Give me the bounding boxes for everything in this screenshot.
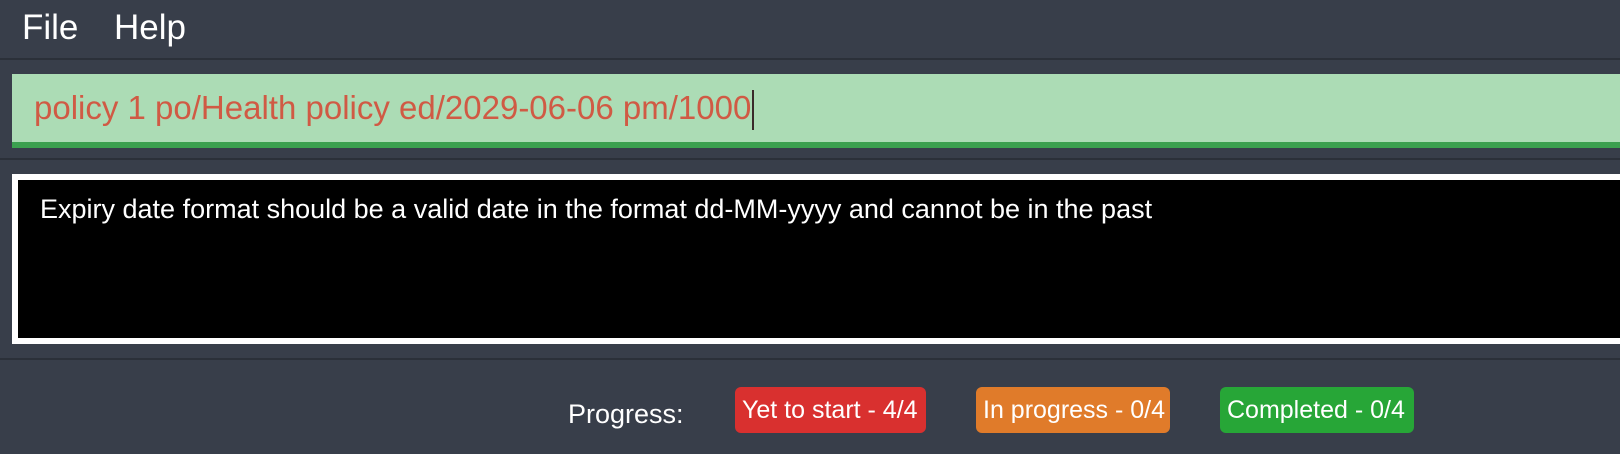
- app-window: File Help policy 1 po/Health policy ed/2…: [0, 0, 1620, 454]
- divider: [0, 158, 1620, 160]
- menu-file[interactable]: File: [22, 6, 78, 50]
- command-box[interactable]: policy 1 po/Health policy ed/2029-06-06 …: [12, 74, 1620, 148]
- status-bar: Progress: Yet to start - 4/4 In progress…: [0, 372, 1620, 454]
- in-progress-badge: In progress - 0/4: [976, 387, 1170, 433]
- menu-help[interactable]: Help: [114, 6, 186, 50]
- menu-bar: File Help: [0, 0, 1620, 60]
- yet-to-start-badge: Yet to start - 4/4: [735, 387, 926, 433]
- text-caret: [752, 90, 755, 131]
- result-display: Expiry date format should be a valid dat…: [12, 174, 1620, 344]
- divider: [0, 358, 1620, 360]
- progress-label: Progress:: [568, 399, 684, 429]
- command-input-text: policy 1 po/Health policy ed/2029-06-06 …: [34, 89, 752, 126]
- completed-badge: Completed - 0/4: [1220, 387, 1414, 433]
- result-message: Expiry date format should be a valid dat…: [40, 194, 1153, 224]
- command-input[interactable]: policy 1 po/Health policy ed/2029-06-06 …: [34, 84, 755, 132]
